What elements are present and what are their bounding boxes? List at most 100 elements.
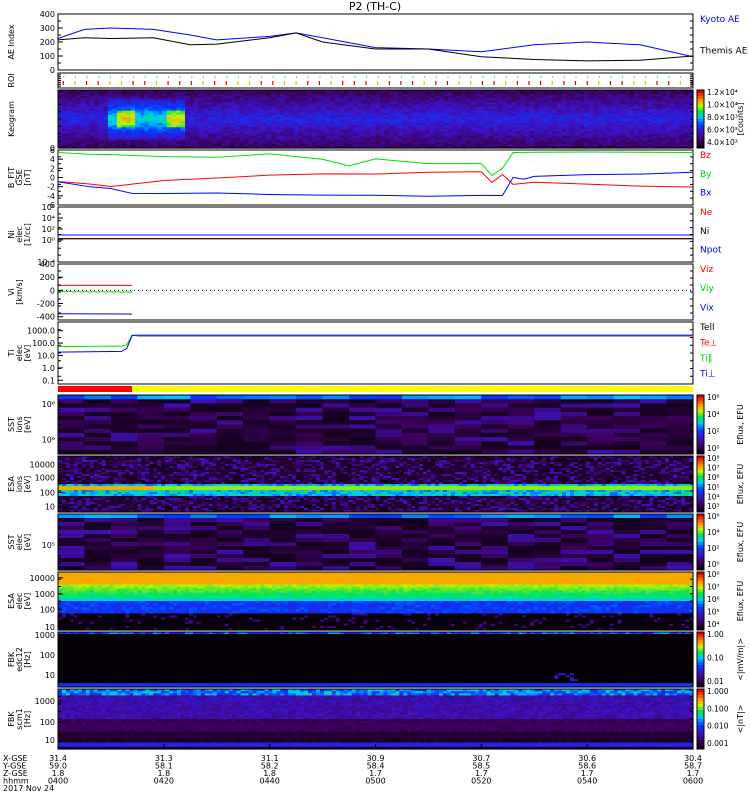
spectrogram-cell	[296, 424, 324, 430]
spectrogram-cell	[322, 428, 350, 434]
y-axis-label: Keogram	[7, 101, 16, 137]
spectrogram-cell	[560, 428, 588, 434]
spectrogram-cell	[349, 441, 377, 447]
spectrogram-cell	[322, 411, 350, 417]
spectrogram-cell	[481, 432, 509, 438]
spectrogram-cell	[137, 416, 165, 421]
spectrogram-cell	[401, 407, 430, 413]
spectrogram-cell	[534, 437, 562, 442]
spectrogram-cell	[322, 403, 350, 409]
themis-summary-plot: P2 (TH-C) 0 100 200 300 400 AE Index Kyoto AE T…	[0, 0, 750, 800]
colorbar-cell	[697, 139, 704, 143]
spectrogram-cell	[587, 424, 615, 430]
spectrogram-cell	[190, 399, 218, 405]
spectrogram-cell	[84, 445, 112, 451]
spectrogram-cell	[666, 432, 694, 438]
legend-te: Te⊥	[699, 339, 718, 349]
colorbar-label: Eflux, EFU	[736, 404, 745, 445]
spectrogram-cell	[640, 441, 668, 447]
spectrogram-cell	[58, 441, 86, 447]
spectrogram-cell	[163, 445, 191, 451]
spectrogram-cell	[428, 420, 456, 426]
spectrogram-cell	[507, 403, 535, 409]
spectrogram-cell	[216, 441, 244, 447]
y-axis-label: [eV]	[23, 416, 32, 433]
colorbar-cell	[697, 403, 704, 408]
spectrogram-cell	[349, 432, 377, 438]
spectrogram-cell	[560, 445, 588, 451]
spectrogram-cell	[613, 395, 641, 400]
spectrogram-cell	[375, 395, 403, 400]
spectrogram-cell	[349, 416, 377, 421]
colorbar-label: [counts]	[736, 103, 745, 136]
colorbar-cell	[697, 95, 704, 100]
spectrogram-cell	[401, 416, 430, 421]
spectrogram-cell	[243, 416, 271, 421]
spectrogram-cell	[322, 416, 350, 421]
spectrogram-cell	[534, 441, 562, 447]
spectrogram-cell	[507, 437, 535, 442]
spectrogram-cell	[507, 432, 535, 438]
colorbar-cell	[697, 397, 704, 402]
spectrogram-cell	[587, 432, 615, 438]
spectrogram-cell	[58, 411, 86, 417]
spectrogram-cell	[640, 411, 668, 417]
spectrogram-cell	[349, 403, 377, 409]
colorbar-tick-label: 10⁰	[707, 444, 720, 453]
spectrogram-cell	[349, 395, 377, 400]
colorbar-tick-label: 1.2×10⁴	[707, 88, 738, 97]
spectrogram-cell	[296, 411, 324, 417]
spectrogram-cell	[613, 437, 641, 442]
spectrogram-cell	[401, 424, 430, 430]
spectrogram-cell	[428, 437, 456, 442]
y-axis-label: [km/s]	[15, 279, 24, 305]
spectrogram-cell	[481, 445, 509, 451]
y-tick-label: 1000.0	[27, 327, 55, 336]
legend-vix: Vix	[700, 303, 714, 313]
spectrogram-cell	[454, 428, 482, 434]
spectrogram-cell	[84, 432, 112, 438]
spectrogram-cell	[640, 420, 668, 426]
spectrogram-cell	[322, 432, 350, 438]
spectrogram-cell	[560, 399, 588, 405]
spectrogram-cell	[216, 428, 244, 434]
spectrogram-cell	[534, 416, 562, 421]
spectrogram-cell	[296, 399, 324, 405]
spectrogram-cell	[110, 411, 138, 417]
spectrogram-cell	[666, 407, 694, 413]
spectrogram-cell	[375, 411, 403, 417]
panel-esa_i	[57, 455, 705, 513]
spectrogram-cell	[216, 403, 244, 409]
spectrogram-cell	[507, 441, 535, 447]
spectrogram-cell	[507, 407, 535, 413]
spectrogram-cell	[401, 432, 430, 438]
spectrogram-cell	[84, 441, 112, 447]
colorbar-cell	[697, 427, 704, 431]
colorbar-cell	[697, 412, 704, 417]
colorbar-cell	[697, 92, 704, 97]
spectrogram-cell	[58, 424, 86, 430]
y-tick-label: 10⁰	[42, 236, 55, 245]
spectrogram-cell	[454, 399, 482, 405]
spectrogram-cell	[110, 437, 138, 442]
legend-ti: Ti⊥	[699, 370, 716, 380]
spectrogram-cell	[481, 416, 509, 421]
spectrogram-cell	[163, 420, 191, 426]
y-axis-label: [eV]	[23, 345, 32, 362]
spectrogram-cell	[58, 445, 86, 451]
y-tick-label: 1.0	[42, 364, 55, 373]
spectrogram-cell	[481, 428, 509, 434]
colorbar-cell	[697, 400, 704, 405]
spectrogram-cell	[322, 424, 350, 430]
plot-canvas: 0100200300400AE IndexKyoto AEThemis AERO…	[2, 10, 748, 793]
colorbar-tick-label: 1.0×10⁴	[707, 101, 738, 110]
panel-bfit	[57, 149, 694, 206]
spectrogram-cell	[375, 437, 403, 442]
spectrogram-cell	[401, 437, 430, 442]
spectrogram-cell	[322, 399, 350, 405]
y-tick-label: 100.0	[32, 339, 55, 348]
spectrogram-cell	[666, 411, 694, 417]
spectrogram-cell	[560, 432, 588, 438]
spectrogram-cell	[58, 428, 86, 434]
spectrogram-cell	[322, 445, 350, 451]
